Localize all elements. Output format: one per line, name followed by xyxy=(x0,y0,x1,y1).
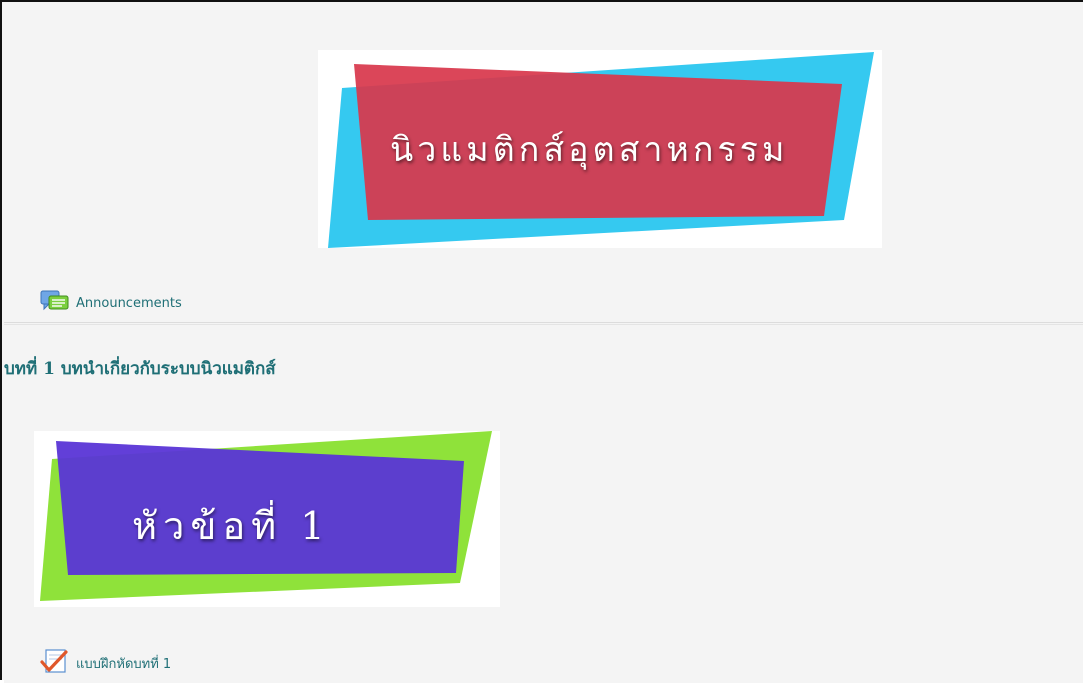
course-page: นิวแมติกส์อุตสาหกรรม Announcements บทที่… xyxy=(0,0,1083,683)
course-section-1: บทที่ 1 บทนำเกี่ยวกับระบบนิวแมติกส์ หัวข… xyxy=(4,324,1083,683)
course-section-general: นิวแมติกส์อุตสาหกรรม Announcements xyxy=(4,4,1083,323)
banner-title: หัวข้อที่ 1 xyxy=(132,504,331,548)
exercise-label: แบบฝึกหัดบทที่ 1 xyxy=(76,656,172,672)
section-banner-image: หัวข้อที่ 1 xyxy=(34,431,500,607)
banner-title: นิวแมติกส์อุตสาหกรรม xyxy=(390,130,789,170)
exercise-chapter-1-link[interactable]: แบบฝึกหัดบทที่ 1 xyxy=(40,648,171,678)
announcements-label: Announcements xyxy=(76,295,182,311)
course-banner-image: นิวแมติกส์อุตสาหกรรม xyxy=(318,50,882,248)
section-title[interactable]: บทที่ 1 บทนำเกี่ยวกับระบบนิวแมติกส์ xyxy=(4,355,276,382)
forum-icon xyxy=(40,290,70,316)
quiz-checkmark-icon xyxy=(40,648,70,678)
announcements-link[interactable]: Announcements xyxy=(40,290,182,316)
